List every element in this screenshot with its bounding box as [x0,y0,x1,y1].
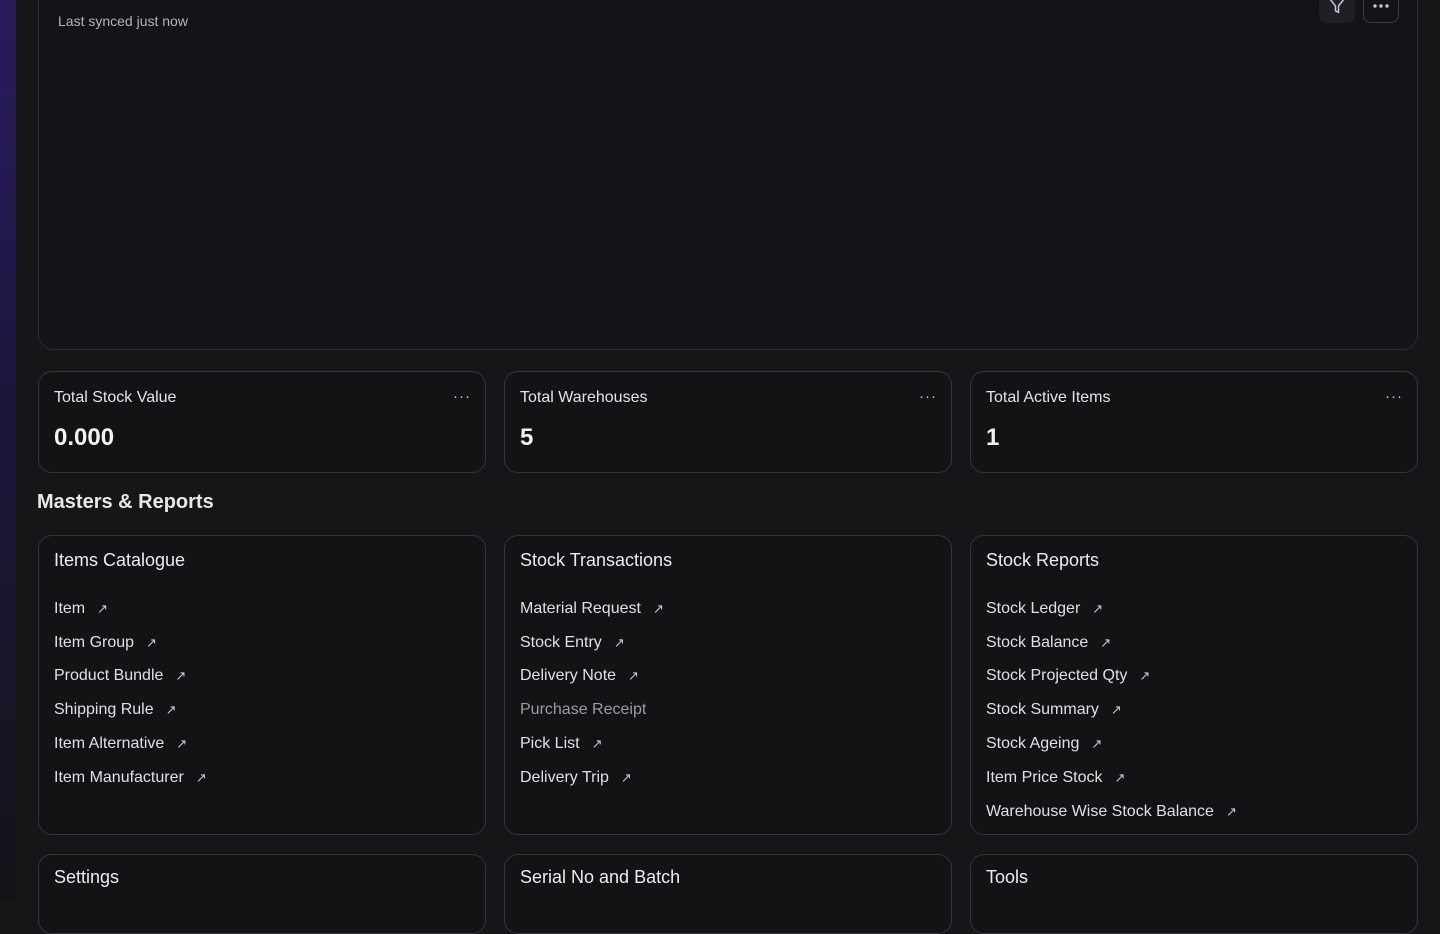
external-arrow-icon: ↗ [591,736,603,752]
card-title: Settings [54,867,120,887]
card-title: Stock Transactions [520,550,673,570]
link-item-pick-list[interactable]: Pick List ↗ [520,727,664,761]
link-label: Stock Balance [986,633,1089,651]
link-label: Item [54,599,86,617]
filter-icon[interactable] [1319,0,1355,23]
more-options-icon[interactable] [1363,0,1399,23]
link-label: Stock Projected Qty [986,667,1128,685]
link-item-stock-ledger[interactable]: Stock Ledger ↗ [986,592,1237,626]
link-item-stock-summary[interactable]: Stock Summary ↗ [986,693,1237,727]
link-label: Stock Entry [520,633,602,651]
link-item-stock-ageing[interactable]: Stock Ageing ↗ [986,727,1237,761]
link-list: Stock Ledger ↗ Stock Balance ↗ Stock Proje… [986,592,1237,829]
external-arrow-icon: ↗ [1100,634,1112,650]
external-arrow-icon: ↗ [146,634,157,650]
external-arrow-icon: ↗ [620,769,632,785]
section-title-masters-reports: Masters & Reports [37,491,214,513]
link-item-material-request[interactable]: Material Request ↗ [520,592,664,626]
link-label: Purchase Receipt [520,701,647,719]
external-arrow-icon: ↗ [176,736,188,752]
link-label: Item Group [54,633,135,651]
link-label: Delivery Trip [520,768,609,786]
link-label: Shipping Rule [54,701,154,719]
link-label: Product Bundle [54,667,164,685]
external-arrow-icon: ↗ [97,600,109,616]
link-label: Item Price Stock [986,768,1103,786]
link-label: Delivery Note [520,667,617,685]
link-card-settings: Settings [38,854,486,934]
link-list: Item ↗ Item Group ↗ Product Bundle ↗ Shippi… [54,592,207,795]
stat-value: 0.000 [54,424,115,451]
stat-label: Total Stock Value [54,389,177,406]
external-arrow-icon: ↗ [1092,600,1104,616]
stat-value: 5 [520,424,534,451]
link-list: Material Request ↗ Stock Entry ↗ Delivery … [520,592,664,795]
link-item-item-alternative[interactable]: Item Alternative ↗ [54,727,207,761]
external-arrow-icon: ↗ [175,668,187,684]
stat-card-total-stock-value[interactable]: Total Stock Value 0.000 ··· [38,371,486,473]
external-arrow-icon: ↗ [165,702,177,718]
link-label: Stock Ageing [986,735,1080,753]
link-item-item-price-stock[interactable]: Item Price Stock ↗ [986,761,1237,795]
stat-label: Total Active Items [986,389,1111,406]
link-label: Item Alternative [54,735,165,753]
external-arrow-icon: ↗ [1114,769,1126,785]
chart-card: Last synced just now [38,0,1418,350]
link-item-item-manufacturer[interactable]: Item Manufacturer ↗ [54,761,207,795]
stat-value: 1 [986,424,1000,451]
stat-card-total-active-items[interactable]: Total Active Items 1 ··· [970,371,1418,473]
external-arrow-icon: ↗ [1110,702,1122,718]
external-arrow-icon: ↗ [195,769,207,785]
link-card-serial-no-batch: Serial No and Batch [504,854,952,934]
external-arrow-icon: ↗ [613,634,625,650]
link-item-stock-projected-qty[interactable]: Stock Projected Qty ↗ [986,660,1237,694]
external-arrow-icon: ↗ [652,600,664,616]
card-title: Serial No and Batch [520,867,681,887]
last-synced-text: Last synced just now [58,13,188,29]
link-item-purchase-receipt[interactable]: Purchase Receipt [520,693,664,727]
card-title: Tools [986,867,1029,887]
workspace-main: Last synced just now Total Stock Value 0… [16,0,1440,934]
link-card-stock-reports: Stock Reports Stock Ledger ↗ Stock Balanc… [970,535,1418,835]
link-label: Pick List [520,735,580,753]
external-arrow-icon: ↗ [1139,668,1151,684]
link-item-product-bundle[interactable]: Product Bundle ↗ [54,660,207,694]
external-arrow-icon: ↗ [1091,736,1103,752]
stat-card-total-warehouses[interactable]: Total Warehouses 5 ··· [504,371,952,473]
card-menu-icon[interactable]: ··· [453,388,471,405]
link-card-items-catalogue: Items Catalogue Item ↗ Item Group ↗ Produc… [38,535,486,835]
external-arrow-icon: ↗ [1225,803,1237,819]
link-card-tools: Tools [970,854,1418,934]
link-card-stock-transactions: Stock Transactions Material Request ↗ Sto… [504,535,952,835]
link-item-stock-entry[interactable]: Stock Entry ↗ [520,626,664,660]
link-item-item-group[interactable]: Item Group ↗ [54,626,207,660]
external-arrow-icon: ↗ [628,668,639,684]
link-label: Stock Summary [986,701,1099,719]
link-label: Material Request [520,599,641,617]
link-item-item[interactable]: Item ↗ [54,592,207,626]
card-menu-icon[interactable]: ··· [919,388,937,405]
stat-label: Total Warehouses [520,389,648,406]
link-item-delivery-note[interactable]: Delivery Note ↗ [520,660,664,694]
card-title: Stock Reports [986,550,1100,570]
link-item-delivery-trip[interactable]: Delivery Trip ↗ [520,761,664,795]
link-item-shipping-rule[interactable]: Shipping Rule ↗ [54,693,207,727]
link-item-warehouse-wise-stock-balance[interactable]: Warehouse Wise Stock Balance ↗ [986,795,1237,829]
link-item-stock-balance[interactable]: Stock Balance ↗ [986,626,1237,660]
link-label: Stock Ledger [986,599,1081,617]
link-label: Warehouse Wise Stock Balance [986,802,1214,820]
card-title: Items Catalogue [54,550,186,570]
sidebar-edge [0,0,16,900]
link-label: Item Manufacturer [54,768,184,786]
chart-actions [1319,0,1399,23]
card-menu-icon[interactable]: ··· [1385,388,1403,405]
